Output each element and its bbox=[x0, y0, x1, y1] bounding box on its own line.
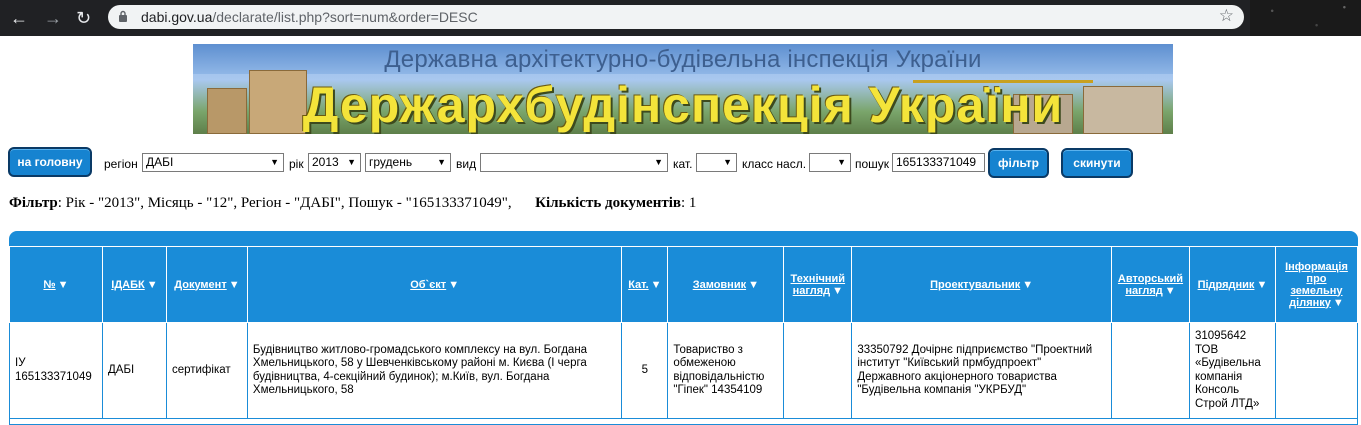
class-select[interactable]: ▼ bbox=[809, 153, 851, 172]
forward-arrow-icon[interactable]: → bbox=[44, 8, 62, 28]
column-header-label: Документ bbox=[174, 278, 227, 291]
column-header-label: Кат. bbox=[628, 278, 649, 291]
column-header-tech-supervision[interactable]: Технічний нагляд ▼ bbox=[783, 246, 853, 323]
sort-desc-icon: ▼ bbox=[1022, 278, 1034, 291]
sort-desc-icon: ▼ bbox=[1332, 296, 1344, 309]
sort-desc-icon: ▼ bbox=[57, 278, 69, 291]
class-label: класс насл. bbox=[742, 157, 807, 171]
cell-document: сертифікат bbox=[165, 322, 248, 419]
chevron-down-icon: ▼ bbox=[654, 157, 663, 167]
home-button[interactable]: на головну bbox=[8, 147, 92, 177]
column-header-customer[interactable]: Замовник ▼ bbox=[667, 246, 785, 323]
column-header-num[interactable]: № ▼ bbox=[9, 246, 103, 323]
url-path: /declarate/list.php?sort=num&order=DESC bbox=[212, 9, 478, 25]
category-select[interactable]: ▼ bbox=[696, 153, 737, 172]
cell-customer: Товариство з обмеженою відповідальністю … bbox=[667, 322, 785, 419]
cell-land-info bbox=[1274, 322, 1359, 419]
column-header-label: Об`єкт bbox=[410, 278, 447, 291]
lock-icon bbox=[119, 10, 127, 22]
region-select[interactable]: ДАБІ ▼ bbox=[142, 153, 284, 172]
cell-idabk: ДАБІ bbox=[101, 322, 167, 419]
column-header-contractor[interactable]: Підрядник ▼ bbox=[1188, 246, 1276, 323]
table-row: ІУ 165133371049 ДАБІ сертифікат Будівниц… bbox=[9, 322, 1359, 419]
year-select-value: 2013 bbox=[312, 155, 339, 169]
site-banner: Державна архітектурно-будівельна інспекц… bbox=[193, 44, 1173, 134]
filter-summary-text: : Рік - "2013", Місяць - "12", Регіон - … bbox=[57, 195, 512, 211]
search-input[interactable]: 165133371049 bbox=[892, 153, 985, 172]
column-header-label: Проектувальник bbox=[930, 278, 1021, 291]
table-header-row: № ▼ ІДАБК ▼ Документ ▼ Об`єкт ▼ Кат. ▼ Замовн… bbox=[9, 246, 1359, 323]
sort-desc-icon: ▼ bbox=[1164, 284, 1176, 297]
column-header-designer[interactable]: Проектувальник ▼ bbox=[851, 246, 1112, 323]
url-text: dabi.gov.ua/declarate/list.php?sort=num&… bbox=[141, 9, 478, 25]
filter-summary-label: Фільтр bbox=[9, 195, 58, 211]
sort-desc-icon: ▼ bbox=[650, 278, 662, 291]
chevron-down-icon: ▼ bbox=[723, 157, 732, 167]
cell-object: Будівництво житлово-громадського комплек… bbox=[246, 322, 623, 419]
column-header-author-supervision[interactable]: Авторський нагляд ▼ bbox=[1111, 246, 1190, 323]
chevron-down-icon: ▼ bbox=[347, 157, 356, 167]
reset-button[interactable]: скинути bbox=[1061, 148, 1133, 178]
sort-desc-icon: ▼ bbox=[448, 278, 460, 291]
declarations-table: № ▼ ІДАБК ▼ Документ ▼ Об`єкт ▼ Кат. ▼ Замовн… bbox=[9, 246, 1359, 419]
url-host: dabi.gov.ua bbox=[141, 9, 213, 25]
cell-tech-supervision bbox=[783, 322, 853, 419]
sort-desc-icon: ▼ bbox=[832, 284, 843, 297]
document-count-label: Кількість документів bbox=[535, 195, 681, 211]
browser-theme-background bbox=[1250, 0, 1361, 36]
banner-title: Держархбудінспекція України bbox=[302, 77, 1064, 133]
filter-button[interactable]: фільтр bbox=[988, 148, 1049, 178]
region-label: регіон bbox=[104, 157, 138, 171]
kind-select[interactable]: ▼ bbox=[480, 153, 668, 172]
browser-toolbar: ← → ↻ dabi.gov.ua/declarate/list.php?sor… bbox=[0, 0, 1361, 36]
month-select-value: грудень bbox=[369, 155, 413, 169]
column-header-object[interactable]: Об`єкт ▼ bbox=[246, 246, 623, 323]
back-arrow-icon[interactable]: ← bbox=[10, 8, 28, 28]
chevron-down-icon: ▼ bbox=[837, 157, 846, 167]
chevron-down-icon: ▼ bbox=[270, 157, 279, 167]
banner-subtitle: Державна архітектурно-будівельна інспекц… bbox=[384, 46, 982, 73]
kind-label: вид bbox=[456, 157, 477, 171]
column-header-land-info[interactable]: Інформація про земельну ділянку ▼ bbox=[1274, 246, 1359, 323]
document-count-value: : 1 bbox=[680, 195, 697, 211]
year-label: рік bbox=[289, 157, 304, 171]
filter-summary: Фільтр: Рік - "2013", Місяць - "12", Рег… bbox=[9, 195, 696, 212]
column-header-label: № bbox=[43, 278, 56, 291]
cell-designer: 33350792 Дочірнє підприємство "Проектний… bbox=[851, 322, 1112, 419]
reload-icon[interactable]: ↻ bbox=[76, 8, 91, 28]
region-select-value: ДАБІ bbox=[146, 155, 174, 169]
column-header-idabk[interactable]: ІДАБК ▼ bbox=[101, 246, 167, 323]
column-header-label: Підрядник bbox=[1197, 278, 1255, 291]
table-bottom-edge bbox=[9, 419, 1358, 425]
cell-contractor: 31095642 ТОВ «Будівельна компанія Консол… bbox=[1188, 322, 1276, 419]
search-label: пошук bbox=[855, 157, 890, 171]
sort-desc-icon: ▼ bbox=[1256, 278, 1268, 291]
year-select[interactable]: 2013 ▼ bbox=[308, 153, 361, 172]
column-header-label: Замовник bbox=[692, 278, 747, 291]
column-header-category[interactable]: Кат. ▼ bbox=[621, 246, 669, 323]
bookmark-star-icon[interactable]: ☆ bbox=[1219, 6, 1234, 26]
cell-author-supervision bbox=[1111, 322, 1190, 419]
sort-desc-icon: ▼ bbox=[748, 278, 759, 291]
column-header-label: ІДАБК bbox=[111, 278, 145, 291]
sort-desc-icon: ▼ bbox=[146, 278, 158, 291]
cell-category: 5 bbox=[621, 322, 669, 419]
sort-desc-icon: ▼ bbox=[228, 278, 240, 291]
month-select[interactable]: грудень ▼ bbox=[365, 153, 451, 172]
column-header-document[interactable]: Документ ▼ bbox=[165, 246, 248, 323]
chevron-down-icon: ▼ bbox=[437, 157, 446, 167]
cell-num: ІУ 165133371049 bbox=[9, 322, 103, 419]
address-bar[interactable]: dabi.gov.ua/declarate/list.php?sort=num&… bbox=[108, 5, 1244, 29]
category-label: кат. bbox=[673, 157, 693, 171]
table-top-bar bbox=[9, 231, 1358, 247]
